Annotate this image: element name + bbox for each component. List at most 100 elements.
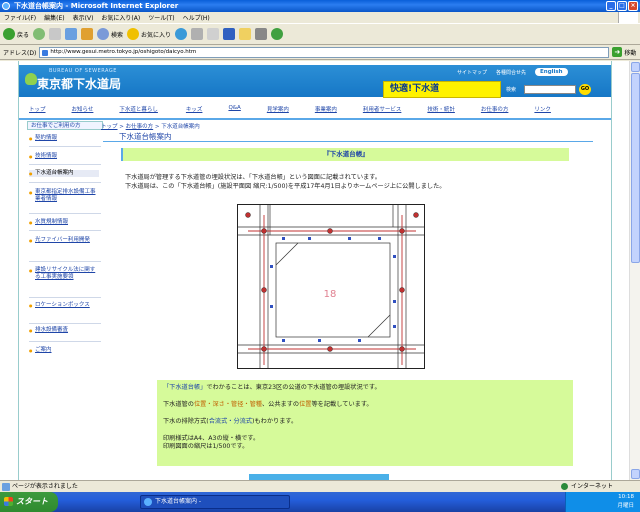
windows-logo-icon <box>618 12 638 23</box>
info-line-3-a: 下水の排除方式( <box>163 418 209 425</box>
status-text: ページが表示されました <box>12 483 78 490</box>
sidebar-item-contractors[interactable]: 東京都指定排水設備工事業者情報 <box>29 189 99 203</box>
menu-help[interactable]: ヘルプ(H) <box>183 13 210 22</box>
research-button[interactable] <box>255 28 268 40</box>
crumb-top[interactable]: トップ <box>101 124 118 130</box>
folder-button[interactable] <box>239 28 252 40</box>
stop-button[interactable] <box>49 28 62 40</box>
maximize-button[interactable]: □ <box>617 1 627 11</box>
mail-button[interactable] <box>191 28 204 40</box>
search-button[interactable]: 検索 <box>97 28 123 40</box>
sidebar: お仕事でご利用の方 契約情報 技術情報 下水道台帳案内 東京都指定排水設備工事業… <box>27 121 103 480</box>
sidebar-item-water-quality[interactable]: 水質規制情報 <box>29 219 99 226</box>
nav-news[interactable]: お知らせ <box>72 105 94 117</box>
site-search-input[interactable] <box>524 85 576 94</box>
scroll-thumb[interactable] <box>631 73 640 263</box>
nav-kids[interactable]: キッズ <box>186 105 203 117</box>
close-button[interactable]: × <box>628 1 638 11</box>
info-line-4: 印刷様式はA4、A3の縦・横です。 <box>163 435 260 442</box>
info-line-1-text: でわかることは、東京23区の公道の下水道管の埋設状況です。 <box>206 384 381 391</box>
info-line-2-d: 位置 <box>299 401 312 408</box>
menu-tools[interactable]: ツール(T) <box>148 13 174 22</box>
kaiteki-banner[interactable]: 快適!下水道 <box>383 81 501 98</box>
history-button[interactable] <box>175 28 188 40</box>
zone-label: インターネット <box>571 483 614 490</box>
english-button[interactable]: English <box>535 68 568 76</box>
menu-view[interactable]: 表示(V) <box>73 13 94 22</box>
browser-toolbar: 戻る 検索 お気に入り <box>0 23 640 45</box>
nav-tech[interactable]: 技術・統計 <box>427 105 455 117</box>
info-line-3-c: )もわかります。 <box>252 418 298 425</box>
scroll-up-button[interactable] <box>631 62 640 72</box>
crumb-sep: > <box>117 124 126 130</box>
search-icon <box>97 28 110 40</box>
nav-qa[interactable]: Q&A <box>228 105 240 117</box>
info-box: 「下水道台帳」でわかることは、東京23区の公道の下水道管の埋設状況です。 下水道… <box>157 380 573 466</box>
security-zone: インターネット <box>561 481 613 492</box>
search-label: 検索 <box>111 31 124 39</box>
nav-top[interactable]: トップ <box>29 105 46 117</box>
nav-business[interactable]: 事業案内 <box>315 105 337 117</box>
taskbar-ie-window[interactable]: 下水道台帳案内 - <box>140 495 290 509</box>
nav-service[interactable]: 利用者サービス <box>363 105 402 117</box>
menu-favorites[interactable]: お気に入り(A) <box>101 13 140 22</box>
print-button[interactable] <box>207 28 220 40</box>
sidebar-item-location-box[interactable]: ロケーションボックス <box>29 302 99 309</box>
sidebar-divider <box>29 213 101 214</box>
page-viewport: BUREAU OF SEWERAGE 東京都下水道局 サイトマップ 各種問合せ先… <box>0 61 629 480</box>
crumb-work[interactable]: お仕事の方 <box>126 124 154 130</box>
nav-divider <box>19 118 611 120</box>
info-ledger-term: 「下水道台帳」 <box>163 384 207 391</box>
nav-life[interactable]: 下水道と暮らし <box>119 105 158 117</box>
sidebar-item-recycle[interactable]: 建設リサイクル法に関する工事実施要領 <box>29 267 99 281</box>
sidebar-item-tech[interactable]: 技術情報 <box>29 153 99 160</box>
minimize-button[interactable]: _ <box>606 1 616 11</box>
intro-text: 下水道局が管理する下水道管の埋設状況は、「下水道台帳」という図面に記載されていま… <box>125 173 585 191</box>
home-button[interactable] <box>81 28 94 40</box>
sidebar-item-fiber[interactable]: 光ファイバー利用開発 <box>29 237 99 244</box>
back-button[interactable]: 戻る <box>3 28 29 40</box>
scroll-down-button[interactable] <box>631 469 640 479</box>
nav-work[interactable]: お仕事の方 <box>481 105 509 117</box>
nav-links[interactable]: リンク <box>534 105 551 117</box>
sitemap-link[interactable]: サイトマップ <box>457 69 487 76</box>
section-heading: 『下水道台帳』 <box>121 148 569 161</box>
vertical-scrollbar[interactable] <box>629 61 640 480</box>
go-button[interactable]: ➜ 移動 <box>612 47 636 57</box>
edit-button[interactable] <box>223 28 236 40</box>
info-line-1: 「下水道台帳」でわかることは、東京23区の公道の下水道管の埋設状況です。 <box>163 384 567 392</box>
sidebar-divider <box>29 164 101 165</box>
site-logo[interactable]: 東京都下水道局 <box>37 75 121 92</box>
refresh-button[interactable] <box>65 28 78 40</box>
back-arrow-icon <box>3 28 15 40</box>
address-input[interactable]: http://www.gesui.metro.tokyo.jp/oshigoto… <box>39 46 610 58</box>
messenger-button[interactable] <box>271 28 284 40</box>
sidebar-divider <box>29 146 101 147</box>
menu-file[interactable]: ファイル(F) <box>4 13 36 22</box>
favorites-button[interactable]: お気に入り <box>127 28 171 40</box>
global-nav: トップ お知らせ 下水道と暮らし キッズ Q&A 見学案内 事業案内 利用者サー… <box>19 105 611 117</box>
nav-tour[interactable]: 見学案内 <box>267 105 289 117</box>
sidebar-item-drainage[interactable]: 排水設備審査 <box>29 327 99 334</box>
ie-icon <box>2 2 10 10</box>
sidebar-divider <box>29 341 101 342</box>
sidebar-item-contract[interactable]: 契約情報 <box>29 135 99 142</box>
sidebar-item-guide[interactable]: ご案内 <box>29 347 99 354</box>
sidebar-divider <box>29 261 101 262</box>
info-line-2: 下水道管の位置・深さ・管径・管種、公共ますの位置等を記載しています。 <box>163 401 567 409</box>
info-line-3-b: 合流式・分流式 <box>208 418 253 425</box>
intro-line-1: 下水道局が管理する下水道管の埋設状況は、「下水道台帳」という図面に記載されていま… <box>125 174 381 181</box>
sidebar-heading: お仕事でご利用の方 <box>27 121 103 130</box>
sidebar-item-ledger[interactable]: 下水道台帳案内 <box>29 170 99 177</box>
favorites-label: お気に入り <box>141 31 172 39</box>
bureau-logo-icon <box>25 73 37 85</box>
contact-link[interactable]: 各種問合せ先 <box>496 69 526 76</box>
sidebar-divider <box>29 323 101 324</box>
start-button[interactable]: スタート <box>0 492 58 512</box>
window-titlebar: 下水道台帳案内 - Microsoft Internet Explorer _ … <box>0 0 640 12</box>
taskbar: スタート 下水道台帳案内 - 10:18 月曜日 <box>0 492 640 512</box>
forward-button[interactable] <box>33 28 46 40</box>
title-divider <box>103 141 593 142</box>
menu-edit[interactable]: 編集(E) <box>44 13 64 22</box>
site-search-go-button[interactable]: GO <box>579 84 591 95</box>
